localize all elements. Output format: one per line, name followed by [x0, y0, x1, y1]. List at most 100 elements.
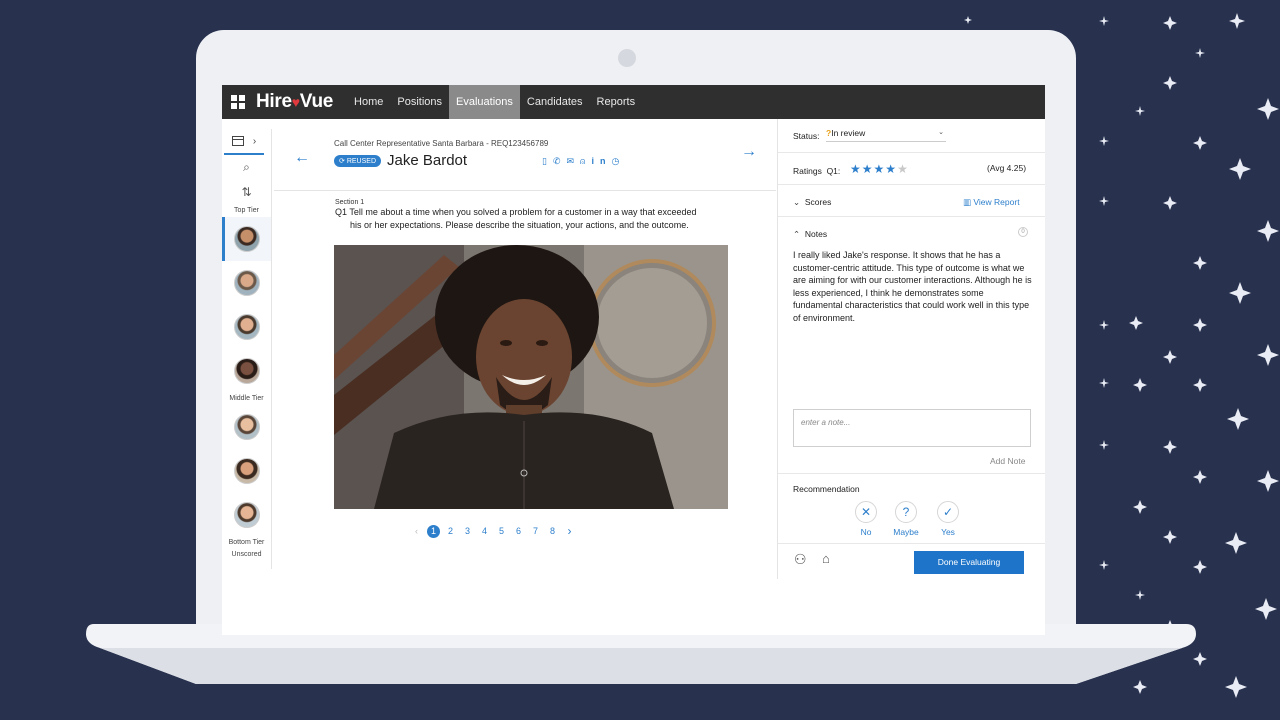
brand-logo[interactable]: Hire♥Vue — [256, 91, 333, 113]
candidate-avatar-item[interactable] — [222, 217, 271, 261]
nav-tab-home[interactable]: Home — [347, 85, 390, 119]
webcam-icon — [618, 49, 636, 67]
phone-icon[interactable]: ✆ — [553, 156, 567, 166]
star-icon: ★ — [885, 162, 898, 176]
pager-page[interactable]: 5 — [493, 526, 510, 536]
tier-label-unscored: Unscored — [231, 551, 262, 558]
recommend-no-button[interactable]: ✕ No — [852, 501, 880, 537]
chevron-down-icon: ⌄ — [793, 197, 801, 207]
pager-next-icon[interactable]: › — [561, 524, 578, 538]
note-text: I really liked Jake's response. It shows… — [793, 250, 1032, 323]
pager-prev-icon[interactable]: ‹ — [408, 526, 425, 536]
recommend-maybe-button[interactable]: ? Maybe — [890, 501, 922, 537]
previous-candidate-icon[interactable]: ← — [294, 149, 310, 167]
candidate-avatar-item[interactable] — [222, 449, 271, 493]
sparkle-icon — [1255, 598, 1277, 620]
ratings-label: Ratings Q1: — [793, 166, 841, 176]
nav-tab-reports[interactable]: Reports — [590, 85, 643, 119]
candidate-header: ← Call Center Representative Santa Barba… — [274, 119, 776, 191]
reused-badge: ⟳ REUSED — [334, 155, 382, 167]
avatar — [233, 270, 260, 296]
video-frame — [334, 245, 728, 509]
evaluation-panel: Status: ?In review ⌄ Ratings Q1: ★★★★★ (… — [777, 119, 1045, 579]
done-evaluating-button[interactable]: Done Evaluating — [914, 551, 1024, 574]
sparkle-icon — [1257, 344, 1279, 366]
document-icon[interactable]: ▯ — [542, 156, 553, 166]
check-icon: ✓ — [937, 501, 959, 523]
pager-page[interactable]: 4 — [476, 526, 493, 536]
pager-page[interactable]: 1 — [427, 524, 440, 538]
app-grid-icon[interactable] — [231, 95, 245, 109]
scores-row[interactable]: ⌄ Scores ▥ View Report — [778, 185, 1045, 217]
sparkle-icon — [1227, 408, 1249, 430]
candidate-video[interactable] — [334, 245, 728, 509]
pager-page[interactable]: 2 — [442, 526, 459, 536]
tier-label-top: Top Tier — [234, 207, 259, 214]
view-report-link[interactable]: ▥ View Report — [963, 197, 1020, 208]
candidate-avatar-item[interactable] — [222, 305, 271, 349]
avatar — [233, 414, 260, 440]
add-person-icon[interactable]: ⚇ — [794, 551, 807, 568]
candidate-avatar-item[interactable] — [222, 261, 271, 305]
sort-icon[interactable]: ⇅ — [222, 180, 271, 205]
avatar — [233, 314, 260, 340]
tier-label-middle: Middle Tier — [229, 395, 264, 402]
scores-toggle[interactable]: ⌄ Scores — [793, 197, 831, 208]
sparkle-icon — [1229, 282, 1251, 304]
star-rating[interactable]: ★★★★★ — [850, 162, 909, 176]
candidate-name: Jake Bardot — [387, 152, 468, 169]
note-input[interactable]: enter a note... — [793, 409, 1031, 447]
chevron-right-icon[interactable]: › — [253, 136, 256, 147]
recommendation-label: Recommendation — [793, 484, 860, 494]
candidate-avatar-item[interactable] — [222, 405, 271, 449]
candidate-sidebar: › ⌕ ⇅ Top Tier Middle Tier Bottom Tier U… — [222, 129, 272, 569]
sparkle-icon — [1257, 220, 1279, 242]
star-icon: ★ — [861, 162, 874, 176]
pager-page[interactable]: 3 — [459, 526, 476, 536]
ratings-row: Ratings Q1: ★★★★★ (Avg 4.25) — [778, 153, 1045, 185]
sparkle-icon — [1229, 13, 1245, 29]
clock-icon[interactable]: ◷ — [611, 156, 625, 166]
question-pager: ‹ 1 2 3 4 5 6 7 8 › — [408, 524, 608, 538]
linkedin-icon[interactable]: in — [591, 156, 611, 166]
pager-page[interactable]: 8 — [544, 526, 561, 536]
sparkle-icon — [1229, 158, 1251, 180]
sparkle-icon — [1257, 98, 1279, 120]
average-rating: (Avg 4.25) — [987, 163, 1027, 173]
tag-icon[interactable]: ⌂ — [822, 551, 830, 566]
person-icon[interactable]: ⍝ — [580, 156, 591, 166]
star-icon: ★ — [897, 162, 909, 176]
nav-tab-candidates[interactable]: Candidates — [520, 85, 590, 119]
contact-icons: ▯✆✉⍝in◷ — [542, 156, 625, 167]
avatar — [233, 358, 260, 384]
tier-label-bottom: Bottom Tier — [228, 539, 265, 546]
avatar — [233, 226, 260, 252]
status-label: Status: — [793, 131, 820, 141]
avatar — [233, 458, 260, 484]
status-dropdown[interactable]: ?In review ⌄ — [826, 128, 946, 142]
notes-toggle[interactable]: ⌃ Notes — [793, 229, 827, 240]
close-icon: ✕ — [855, 501, 877, 523]
pager-page[interactable]: 7 — [527, 526, 544, 536]
email-icon[interactable]: ✉ — [567, 156, 581, 166]
recommend-yes-button[interactable]: ✓ Yes — [934, 501, 962, 537]
question-icon: ? — [895, 501, 917, 523]
table-view-icon — [231, 136, 244, 146]
notes-count-badge: 0 — [1018, 227, 1028, 237]
candidate-avatar-item[interactable] — [222, 493, 271, 537]
nav-tab-positions[interactable]: Positions — [390, 85, 449, 119]
candidate-avatar-item[interactable] — [222, 349, 271, 393]
chevron-up-icon: ⌃ — [793, 229, 801, 239]
section-label: Section 1 — [335, 199, 365, 206]
pager-page[interactable]: 6 — [510, 526, 527, 536]
top-navigation-bar: Hire♥Vue Home Positions Evaluations Cand… — [222, 85, 1045, 119]
search-icon[interactable]: ⌕ — [222, 155, 271, 180]
next-candidate-icon[interactable]: → — [741, 143, 757, 161]
add-note-button[interactable]: Add Note — [990, 456, 1025, 466]
position-requisition: Call Center Representative Santa Barbara… — [334, 139, 549, 148]
question-text: Q1 Tell me about a time when you solved … — [335, 207, 697, 230]
reuse-icon: ⟳ — [339, 158, 345, 165]
sidebar-toggle[interactable]: › — [224, 129, 264, 155]
nav-tab-evaluations[interactable]: Evaluations — [449, 85, 520, 119]
avatar — [233, 502, 260, 528]
